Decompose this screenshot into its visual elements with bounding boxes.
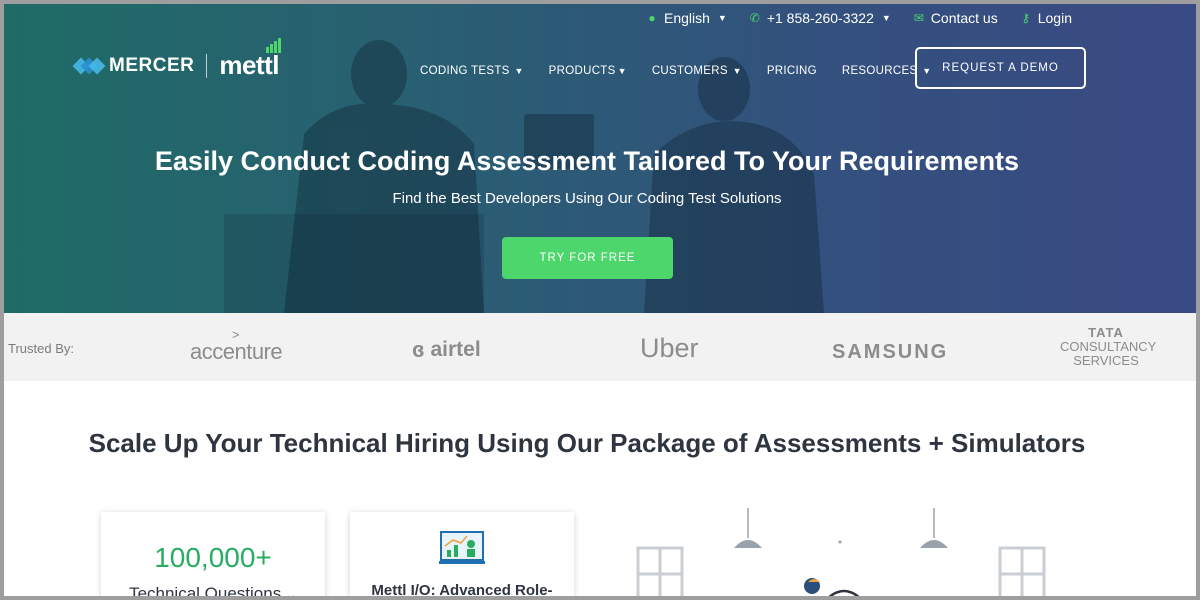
trusted-by-label: Trusted By: (8, 341, 74, 356)
office-illustration (636, 508, 1046, 596)
stat-number: 100,000+ (154, 542, 272, 573)
phone-selector[interactable]: ✆ +1 858-260-3322 ▼ (749, 10, 891, 26)
mercer-wordmark: MERCER (109, 54, 195, 76)
caret-down-icon: ▼ (617, 66, 627, 76)
accenture-wordmark: accenture (190, 339, 283, 364)
caret-down-icon: ▼ (729, 66, 742, 76)
tcs-line2: SERVICES (1073, 353, 1139, 368)
accenture-chevron-icon: > (232, 327, 240, 342)
mercer-mettl-logo[interactable]: MERCER mettl (72, 38, 281, 81)
nav-label: CUSTOMERS (651, 65, 728, 77)
airtel-logo: ɞ airtel (412, 337, 481, 363)
logo-divider (206, 53, 208, 78)
page-frame: ● English ▼ ✆ +1 858-260-3322 ▼ ✉ Contac… (4, 4, 1196, 596)
stat-card-questions[interactable]: 100,000+ Technical Questions ⌄ (101, 512, 325, 596)
nav-label: PRICING (766, 65, 817, 77)
globe-icon: ● (648, 11, 656, 25)
accenture-logo: > accenture (190, 327, 283, 365)
samsung-logo: SAMSUNG (832, 341, 949, 363)
tcs-line1: CONSULTANCY (1060, 339, 1157, 354)
main-nav: CODING TESTS ▼ PRODUCTS ▼ CUSTOMERS ▼ PR… (420, 65, 931, 77)
stat-label-text: Technical Questions (129, 584, 282, 596)
mercer-logo-mark (72, 57, 106, 74)
nav-pricing[interactable]: PRICING (767, 65, 817, 77)
nav-products[interactable]: PRODUCTS ▼ (549, 65, 627, 77)
section-title: Scale Up Your Technical Hiring Using Our… (88, 428, 1086, 458)
mettl-bars-icon (265, 38, 281, 53)
language-label: English (663, 10, 710, 26)
airtel-wordmark: airtel (430, 338, 481, 361)
try-for-free-button[interactable]: TRY FOR FREE (502, 237, 673, 279)
nav-label: PRODUCTS (548, 65, 616, 77)
request-demo-button[interactable]: REQUEST A DEMO (915, 47, 1086, 89)
uber-logo: Uber (640, 333, 699, 363)
tcs-logo: TATA CONSULTANCY SERVICES (1060, 325, 1156, 368)
tcs-tata-text: TATA (1088, 325, 1124, 340)
envelope-icon: ✉ (913, 11, 924, 25)
mettl-wordmark-text: mettl (219, 50, 279, 80)
contact-link[interactable]: ✉ Contact us (913, 10, 998, 26)
caret-down-icon: ▼ (511, 66, 524, 76)
top-utility-bar: ● English ▼ ✆ +1 858-260-3322 ▼ ✉ Contac… (646, 7, 1072, 29)
language-selector[interactable]: ● English ▼ (646, 10, 727, 26)
caret-down-icon: ▼ (717, 13, 727, 23)
login-link[interactable]: ⚷ Login (1020, 10, 1072, 26)
phone-icon: ✆ (749, 11, 760, 25)
stat-label: Technical Questions ⌄ (101, 584, 325, 596)
phone-number: +1 858-260-3322 (766, 10, 874, 26)
hero-subtitle: Find the Best Developers Using Our Codin… (392, 190, 782, 207)
hero-title: Easily Conduct Coding Assessment Tailore… (154, 146, 1020, 176)
caret-down-icon: ▼ (881, 13, 891, 23)
mettl-wordmark: mettl (219, 38, 281, 81)
login-label: Login (1037, 10, 1072, 26)
contact-label: Contact us (930, 10, 998, 26)
nav-label: CODING TESTS (420, 65, 510, 77)
hero-banner: ● English ▼ ✆ +1 858-260-3322 ▼ ✉ Contac… (4, 4, 1196, 313)
trusted-by-strip: Trusted By: > accenture ɞ airtel Uber SA… (4, 313, 1196, 381)
key-icon: ⚷ (1021, 11, 1031, 25)
product-card-mettl-io[interactable]: Mettl I/O: Advanced Role- (350, 512, 574, 596)
analytics-board-icon (439, 531, 485, 564)
product-card-title: Mettl I/O: Advanced Role- (371, 582, 553, 596)
nav-coding-tests[interactable]: CODING TESTS ▼ (420, 65, 524, 77)
airtel-swirl-icon: ɞ (412, 337, 425, 362)
nav-customers[interactable]: CUSTOMERS ▼ (652, 65, 742, 77)
chevron-down-icon[interactable]: ⌄ (285, 586, 297, 596)
nav-label: RESOURCES (841, 65, 918, 77)
